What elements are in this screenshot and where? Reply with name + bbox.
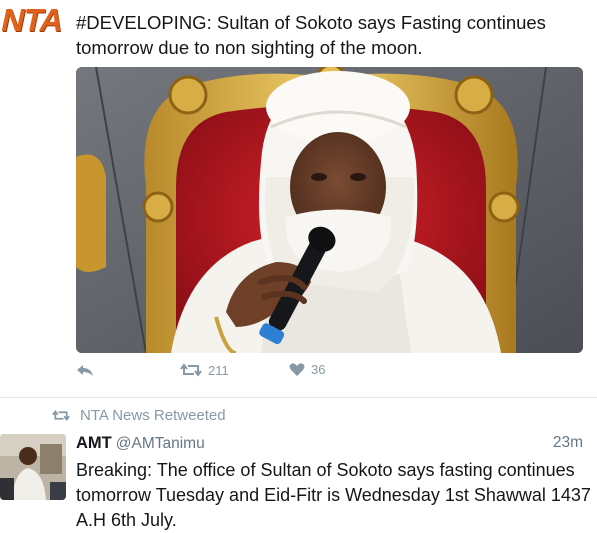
author-handle[interactable]: @AMTanimu	[116, 435, 205, 452]
amt-avatar[interactable]	[0, 434, 66, 500]
retweet-button[interactable]: 211	[180, 362, 229, 378]
tweet-actions: 211 36	[76, 362, 476, 386]
like-button[interactable]: 36	[289, 362, 325, 377]
media-illustration	[76, 67, 583, 353]
reply-icon	[77, 365, 93, 376]
tweet-header: AMT @AMTanimu 23m	[76, 432, 583, 454]
tweet-text: Breaking: The office of Sultan of Sokoto…	[76, 460, 591, 530]
reply-button[interactable]	[76, 362, 94, 378]
tweet-timestamp[interactable]: 23m	[553, 432, 583, 454]
tweet-media-image[interactable]	[76, 67, 583, 353]
retweet-context[interactable]: NTA News Retweeted	[52, 407, 226, 424]
heart-icon	[289, 363, 305, 376]
author-name[interactable]: AMT	[76, 434, 112, 452]
like-count: 36	[311, 362, 326, 377]
retweet-context-label: NTA News Retweeted	[80, 407, 226, 424]
nta-avatar[interactable]: NTA	[0, 0, 66, 34]
tweet-divider	[0, 397, 597, 398]
tweet-text: #DEVELOPING: Sultan of Sokoto says Fasti…	[76, 12, 546, 58]
retweet-context-icon	[52, 409, 70, 422]
nta-logo: NTA	[0, 2, 66, 34]
amt-avatar-image	[0, 434, 66, 500]
retweet-count: 211	[208, 362, 229, 378]
retweet-icon	[180, 363, 202, 377]
